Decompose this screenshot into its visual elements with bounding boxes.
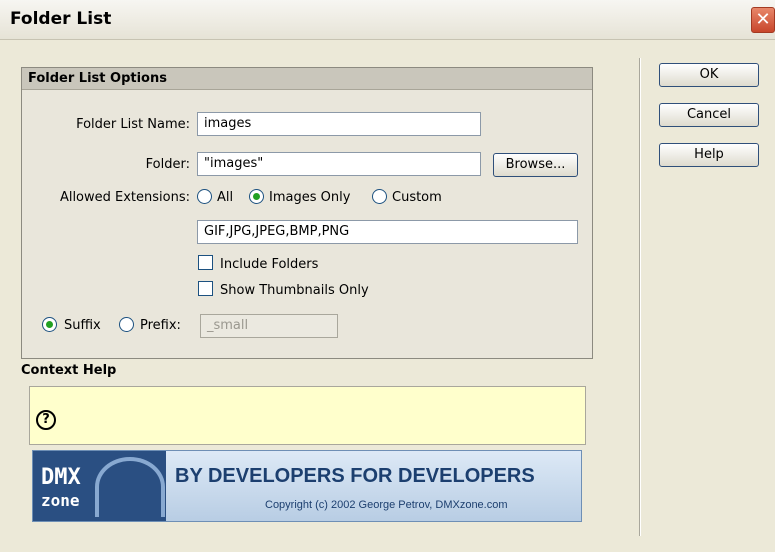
cancel-button[interactable]: Cancel xyxy=(659,103,759,127)
context-help-box: ? xyxy=(29,386,586,445)
context-help-title: Context Help xyxy=(21,363,117,378)
radio-suffix[interactable] xyxy=(42,317,57,332)
folder-list-name-input[interactable]: images xyxy=(197,112,481,136)
close-button[interactable]: ✕ xyxy=(751,7,775,33)
logo-top-text: DMX xyxy=(41,465,81,490)
suffix-prefix-input[interactable]: _small xyxy=(200,314,338,338)
include-folders-checkbox[interactable] xyxy=(198,255,213,270)
vertical-separator xyxy=(639,58,641,536)
radio-all[interactable] xyxy=(197,189,212,204)
folder-list-dialog: Folder List ✕ Folder List Options Folder… xyxy=(0,0,775,552)
radio-prefix[interactable] xyxy=(119,317,134,332)
radio-custom-label: Custom xyxy=(392,190,442,205)
radio-prefix-label: Prefix: xyxy=(140,318,181,333)
ok-button[interactable]: OK xyxy=(659,63,759,87)
banner-slogan: BY DEVELOPERS FOR DEVELOPERS xyxy=(175,465,535,487)
folder-list-name-label: Folder List Name: xyxy=(76,117,190,132)
radio-suffix-label: Suffix xyxy=(64,318,101,333)
dmxzone-logo: DMX zone xyxy=(33,451,166,521)
radio-custom[interactable] xyxy=(372,189,387,204)
radio-images-only-label: Images Only xyxy=(269,190,351,205)
help-button[interactable]: Help xyxy=(659,143,759,167)
allowed-extensions-label: Allowed Extensions: xyxy=(59,190,190,205)
help-circle-icon: ? xyxy=(36,410,56,430)
folder-list-options-panel: Folder List Options Folder List Name: im… xyxy=(21,67,593,359)
folder-label: Folder: xyxy=(145,157,190,172)
close-icon: ✕ xyxy=(755,9,771,30)
browse-button[interactable]: Browse... xyxy=(493,153,578,177)
title-bar: Folder List ✕ xyxy=(0,0,775,40)
show-thumbnails-checkbox[interactable] xyxy=(198,281,213,296)
extensions-input[interactable]: GIF,JPG,JPEG,BMP,PNG xyxy=(197,220,578,244)
options-header: Folder List Options xyxy=(22,68,592,90)
radio-all-label: All xyxy=(217,190,234,205)
dmxzone-banner: DMX zone BY DEVELOPERS FOR DEVELOPERS Co… xyxy=(32,450,582,522)
logo-bottom-text: zone xyxy=(41,491,80,510)
include-folders-label: Include Folders xyxy=(220,257,319,272)
radio-images-only[interactable] xyxy=(249,189,264,204)
folder-input[interactable]: "images" xyxy=(197,152,481,176)
banner-copyright: Copyright (c) 2002 George Petrov, DMXzon… xyxy=(265,499,508,511)
show-thumbnails-label: Show Thumbnails Only xyxy=(220,283,369,298)
logo-swirl xyxy=(95,457,165,517)
dialog-title: Folder List xyxy=(10,9,112,29)
